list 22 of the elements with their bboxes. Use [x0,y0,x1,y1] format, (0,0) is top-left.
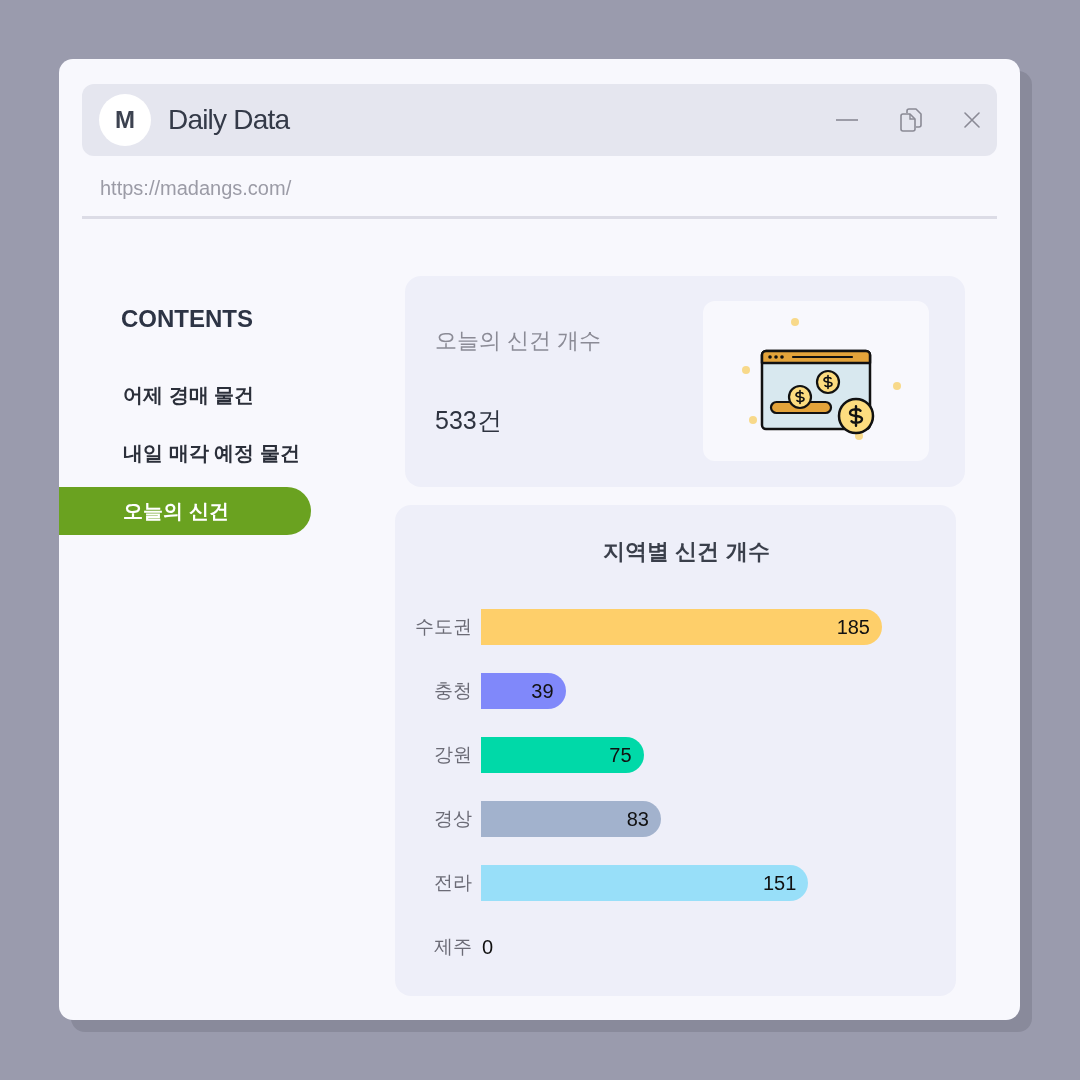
category-label: 강원 [434,743,472,767]
value-label: 185 [836,615,870,640]
category-label: 제주 [434,935,472,959]
window-title: Daily Data [168,103,290,137]
close-icon[interactable] [964,112,980,128]
summary-value: 533건 [435,405,502,436]
summary-label: 오늘의 신건 개수 [435,327,602,355]
value-label: 75 [609,743,632,768]
sidebar-item[interactable]: 어제 경매 물건 [59,371,311,419]
chart-title: 지역별 신건 개수 [603,538,770,566]
copy-icon[interactable] [900,108,922,132]
category-label: 경상 [434,807,472,831]
app-logo: M [99,94,151,146]
value-label: 151 [762,871,797,896]
sidebar-heading: CONTENTS [121,304,253,334]
category-label: 수도권 [415,615,472,639]
value-label: 39 [531,679,554,704]
sidebar-item[interactable]: 내일 매각 예정 물건 [59,429,311,477]
value-label: 0 [482,935,494,960]
category-label: 충청 [434,679,472,703]
category-label: 전라 [434,871,472,895]
value-label: 83 [626,807,649,832]
